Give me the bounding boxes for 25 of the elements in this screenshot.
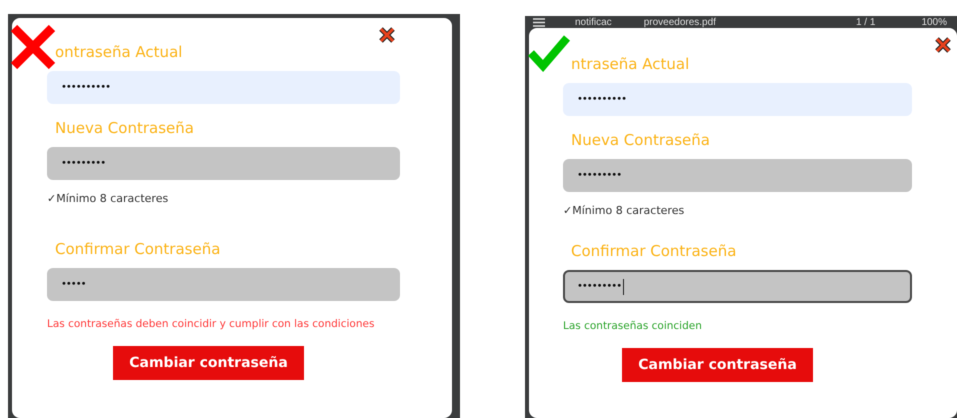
menu-icon[interactable] <box>533 18 545 26</box>
field-label: ontraseña Actual <box>55 42 184 62</box>
field-label: Nueva Contraseña <box>571 130 711 150</box>
field-label: Confirmar Contraseña <box>571 241 738 261</box>
validation-message: Las contraseñas deben coincidir y cumplir con las condiciones <box>47 318 376 330</box>
field-label: Confirmar Contraseña <box>55 239 222 259</box>
close-icon[interactable] <box>378 26 396 44</box>
requirement-text: ✓Mínimo 8 caracteres <box>47 192 170 205</box>
password-field[interactable]: •••••••••• <box>563 83 912 116</box>
password-field[interactable]: •••••••••• <box>47 71 400 104</box>
field-label: ntraseña Actual <box>571 54 690 74</box>
page-counter: 1 / 1 <box>856 16 876 28</box>
validation-message: Las contraseñas coinciden <box>563 320 703 332</box>
password-field[interactable]: ••••••••• <box>563 159 912 192</box>
field-label: Nueva Contraseña <box>55 118 195 138</box>
change-password-button[interactable]: Cambiar contraseña <box>113 346 304 380</box>
file-name: proveedores.pdf <box>644 16 716 28</box>
password-field[interactable]: ••••• <box>47 268 400 301</box>
password-field[interactable]: ••••••••• <box>563 270 912 303</box>
file-name: notificac <box>575 16 612 28</box>
close-icon[interactable] <box>934 36 952 54</box>
password-field[interactable]: ••••••••• <box>47 147 400 180</box>
zoom-level: 100% <box>921 16 948 28</box>
change-password-button[interactable]: Cambiar contraseña <box>622 348 813 382</box>
requirement-text: ✓Mínimo 8 caracteres <box>563 204 686 217</box>
